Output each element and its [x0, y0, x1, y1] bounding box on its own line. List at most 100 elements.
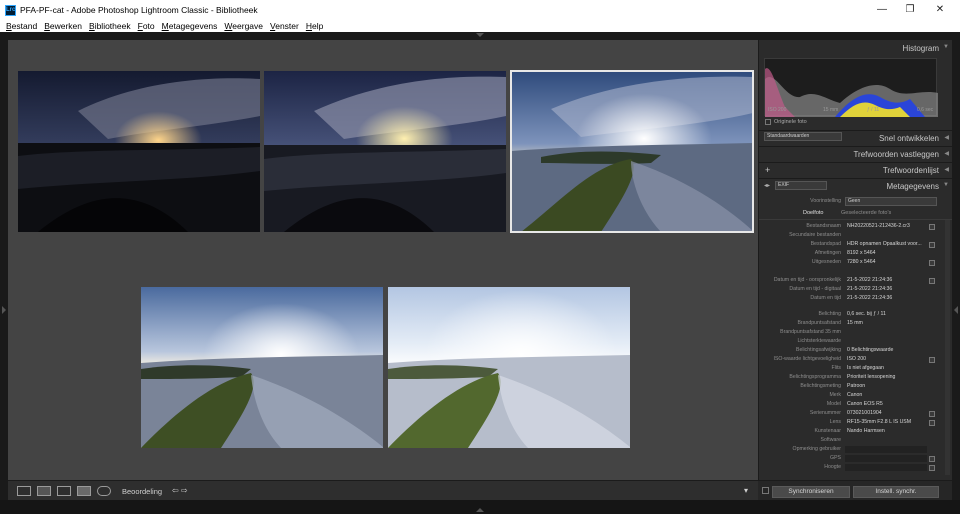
row-label: Hoogte: [824, 464, 841, 470]
row-value: Prioriteit lensopening: [847, 374, 896, 380]
row-action-icon[interactable]: [929, 260, 935, 266]
row-value: 21-5-2022 21:24:36: [847, 277, 893, 283]
tab-target-photo[interactable]: Doelfoto: [803, 210, 824, 216]
minimize-button[interactable]: —: [868, 0, 896, 20]
metadata-preset-label: Voorinstelling: [810, 198, 841, 204]
keyword-list-header[interactable]: + Trefwoordenlijst ◀: [759, 162, 952, 178]
row-value: Canon: [847, 392, 863, 398]
metadata-row-artist: Kunstenaar Nando Harmsen: [759, 427, 952, 436]
menu-metagegevens[interactable]: Metagegevens: [162, 21, 218, 31]
close-button[interactable]: ✕: [926, 0, 954, 20]
right-panel-toggle[interactable]: [952, 40, 960, 500]
menu-bewerken[interactable]: Bewerken: [44, 21, 82, 31]
row-label: Datum en tijd: [810, 295, 841, 301]
histogram-collapse-icon[interactable]: ▼: [943, 44, 949, 50]
keyword-list-expand-icon[interactable]: ◀: [944, 166, 949, 173]
lightroom-app-icon: Lrc: [5, 4, 16, 16]
expand-left-triangle-icon[interactable]: [2, 306, 6, 314]
window-title: PFA-PF-cat - Adobe Photoshop Lightroom C…: [20, 5, 258, 15]
restore-button[interactable]: ❐: [896, 0, 924, 20]
histogram-header[interactable]: Histogram ▼: [759, 40, 952, 56]
row-label: Lens: [829, 419, 841, 425]
row-value: HDR opnamen Opaalkust voor...: [847, 241, 922, 247]
row-label: Brandpuntsafstand 35 mm: [780, 329, 841, 335]
right-panel: Histogram ▼ ISO 200 15 mm ƒ / 11 0,6 sec…: [758, 40, 952, 500]
menu-venster[interactable]: Venster: [270, 21, 299, 31]
metadata-header[interactable]: ◂▸ EXIF Metagegevens ▼: [759, 178, 952, 194]
row-action-icon[interactable]: [929, 357, 935, 363]
keywording-header[interactable]: Trefwoorden vastleggen ◀: [759, 146, 952, 162]
metadata-toggle-icon[interactable]: ◂▸: [764, 182, 770, 189]
row-action-icon[interactable]: [929, 224, 935, 230]
keywording-expand-icon[interactable]: ◀: [944, 150, 949, 157]
collapse-right-triangle-icon[interactable]: [954, 306, 958, 314]
row-value[interactable]: NH20220521-212436-2.cr3: [847, 222, 910, 231]
survey-view-icon[interactable]: [77, 486, 91, 496]
grid-view-icon[interactable]: [17, 486, 31, 496]
photo-thumbnail-5[interactable]: [388, 287, 630, 448]
toolbar-menu-dropdown-icon[interactable]: ▾: [744, 486, 748, 495]
metadata-row-dimensions: Afmetingen 8192 x 5464: [759, 249, 952, 258]
photo-thumbnail-1[interactable]: [18, 71, 260, 232]
top-panel-toggle[interactable]: [0, 32, 960, 40]
row-label: GPS: [830, 455, 841, 461]
metadata-title: Metagegevens: [886, 182, 939, 191]
row-label: Belichtingsprogramma: [789, 374, 841, 380]
filmstrip-toggle[interactable]: [0, 500, 960, 514]
metadata-row-filename: Bestandsnaam NH20220521-212436-2.cr3: [759, 222, 952, 231]
quick-develop-expand-icon[interactable]: ◀: [944, 134, 949, 141]
menu-bestand[interactable]: Bestand: [6, 21, 37, 31]
metadata-row-brightness: Lichtsterktewaarde: [759, 337, 952, 346]
metadata-row-focal-35mm: Brandpuntsafstand 35 mm: [759, 328, 952, 337]
row-action-icon[interactable]: [929, 242, 935, 248]
metadata-scrollbar[interactable]: [945, 220, 950, 475]
compare-view-icon[interactable]: [57, 486, 71, 496]
altitude-field[interactable]: [845, 464, 927, 471]
row-action-icon[interactable]: [929, 278, 935, 284]
metadata-mode-select[interactable]: EXIF: [775, 181, 827, 190]
left-panel-toggle[interactable]: [0, 40, 8, 500]
row-action-icon[interactable]: [929, 456, 935, 462]
row-label: Datum en tijd - digitaal: [789, 286, 841, 292]
hist-focal: 15 mm: [823, 107, 839, 113]
navigate-arrows-icon[interactable]: ⇦ ⇨: [172, 486, 188, 495]
photo-thumbnail-4[interactable]: [141, 287, 383, 448]
metadata-collapse-icon[interactable]: ▼: [943, 182, 949, 188]
sync-settings-button[interactable]: Instell. synchr.: [853, 486, 939, 498]
photo-thumbnail-3-selected[interactable]: [510, 70, 754, 233]
expand-filmstrip-triangle-icon[interactable]: [476, 508, 484, 512]
loupe-view-icon[interactable]: [37, 486, 51, 496]
row-value: 0 Belichtingswaarde: [847, 347, 894, 353]
menu-bar: Bestand Bewerken Bibliotheek Foto Metage…: [0, 20, 960, 32]
row-action-icon[interactable]: [929, 465, 935, 471]
menu-foto[interactable]: Foto: [138, 21, 155, 31]
gps-field[interactable]: [845, 455, 927, 462]
metadata-row-software: Software: [759, 436, 952, 445]
photo-thumbnail-2[interactable]: [264, 71, 506, 232]
metadata-preset-select[interactable]: Geen: [845, 197, 937, 206]
collapse-top-triangle-icon[interactable]: [476, 33, 484, 37]
quick-develop-header[interactable]: Snel ontwikkelen ◀: [759, 130, 952, 146]
row-label: Serienummer: [809, 410, 841, 416]
row-action-icon[interactable]: [929, 411, 935, 417]
row-value: 0,6 sec. bij ƒ / 11: [847, 311, 886, 317]
row-action-icon[interactable]: [929, 420, 935, 426]
user-comment-field[interactable]: [845, 446, 927, 453]
tab-selected-photos[interactable]: Geselecteerde foto's: [841, 210, 891, 216]
metadata-row-make: Merk Canon: [759, 391, 952, 400]
people-view-icon[interactable]: [97, 486, 111, 496]
metadata-row-model: Model Canon EOS R5: [759, 400, 952, 409]
survey-view: [8, 40, 758, 480]
original-photo-checkbox[interactable]: [765, 119, 771, 125]
row-label: Model: [826, 401, 841, 407]
metadata-row-metering: Belichtingsmeting Patroon: [759, 382, 952, 391]
row-label: Brandpuntsafstand: [797, 320, 841, 326]
sync-button[interactable]: Synchroniseren: [772, 486, 850, 498]
auto-sync-toggle[interactable]: [762, 487, 769, 494]
menu-weergave[interactable]: Weergave: [224, 21, 263, 31]
menu-help[interactable]: Help: [306, 21, 323, 31]
add-keyword-icon[interactable]: +: [765, 165, 770, 175]
sort-label[interactable]: Beoordeling: [122, 487, 162, 496]
menu-bibliotheek[interactable]: Bibliotheek: [89, 21, 131, 31]
row-label: Opmerking gebruiker: [792, 446, 841, 452]
